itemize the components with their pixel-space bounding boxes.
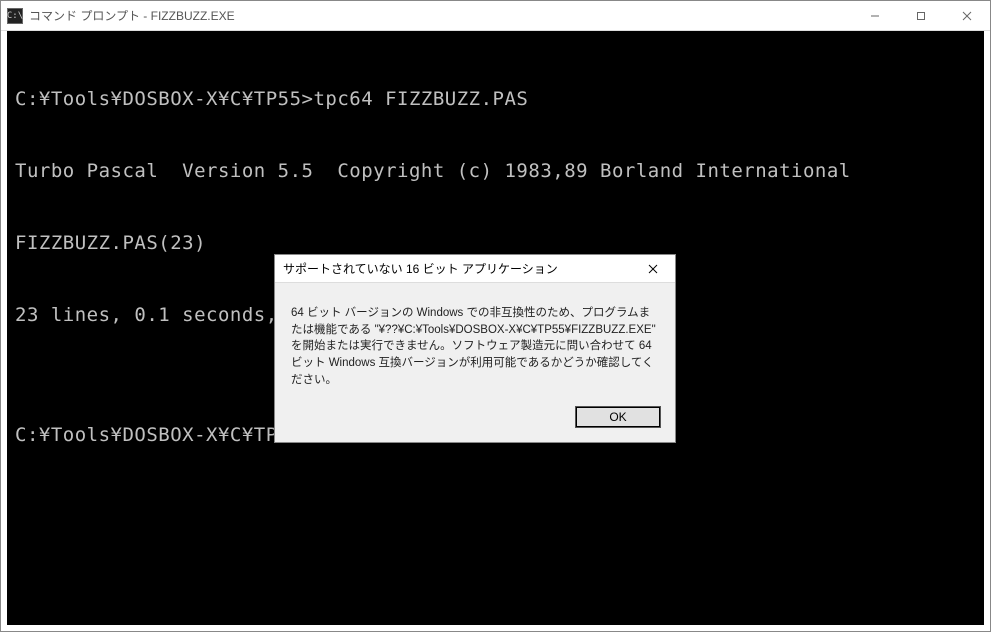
error-dialog: サポートされていない 16 ビット アプリケーション 64 ビット バージョンの… bbox=[274, 254, 676, 443]
dialog-titlebar[interactable]: サポートされていない 16 ビット アプリケーション bbox=[275, 255, 675, 283]
close-icon bbox=[648, 264, 658, 274]
app-icon: C:\ bbox=[7, 8, 23, 24]
console-line: Turbo Pascal Version 5.5 Copyright (c) 1… bbox=[15, 159, 976, 183]
dialog-title-text: サポートされていない 16 ビット アプリケーション bbox=[283, 260, 558, 277]
console-line: FIZZBUZZ.PAS(23) bbox=[15, 231, 976, 255]
console-line: C:¥Tools¥DOSBOX-X¥C¥TP55>tpc64 FIZZBUZZ.… bbox=[15, 87, 976, 111]
dialog-button-row: OK bbox=[275, 398, 675, 442]
dialog-message: 64 ビット バージョンの Windows での非互換性のため、プログラムまたは… bbox=[275, 283, 675, 398]
dialog-close-button[interactable] bbox=[639, 259, 667, 279]
minimize-button[interactable] bbox=[852, 1, 898, 31]
maximize-button[interactable] bbox=[898, 1, 944, 31]
maximize-icon bbox=[916, 11, 926, 21]
ok-button[interactable]: OK bbox=[575, 406, 661, 428]
minimize-icon bbox=[870, 11, 880, 21]
window-title: コマンド プロンプト - FIZZBUZZ.EXE bbox=[29, 7, 235, 24]
close-button[interactable] bbox=[944, 1, 990, 31]
window-titlebar[interactable]: C:\ コマンド プロンプト - FIZZBUZZ.EXE bbox=[1, 1, 990, 31]
close-icon bbox=[962, 11, 972, 21]
